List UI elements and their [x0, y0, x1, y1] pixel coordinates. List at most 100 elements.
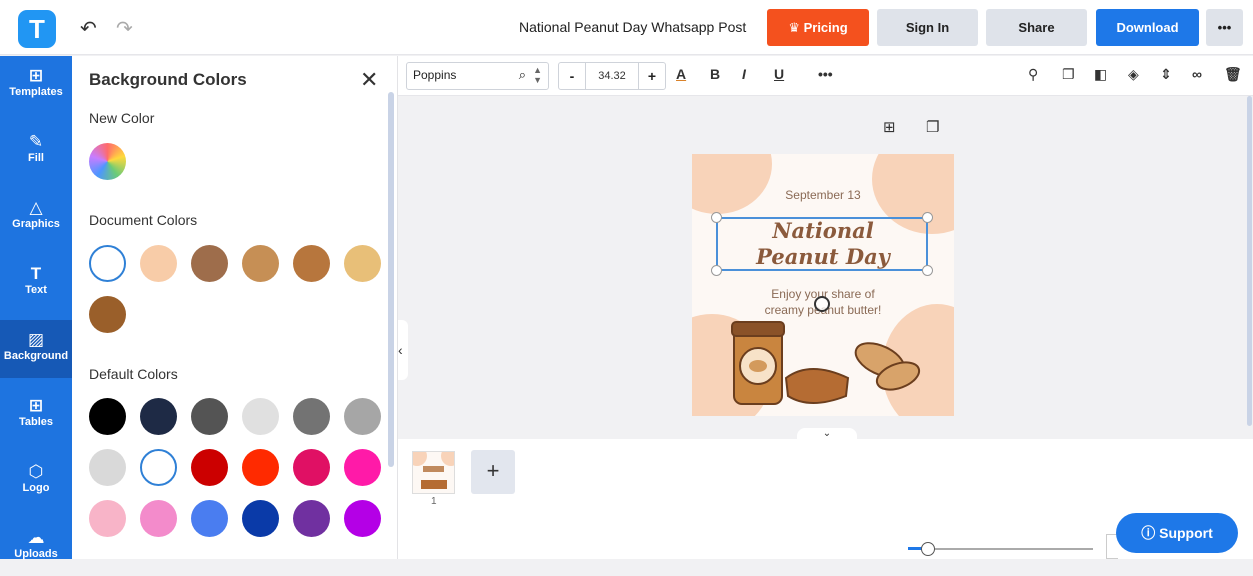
- upload-icon: ☁: [27, 528, 45, 547]
- page-thumbnail[interactable]: [407, 446, 461, 494]
- text-color-icon[interactable]: A: [676, 66, 686, 82]
- color-swatch[interactable]: [191, 449, 228, 486]
- color-swatch[interactable]: [89, 398, 126, 435]
- date-text[interactable]: September 13: [692, 188, 954, 202]
- color-swatch[interactable]: [140, 398, 177, 435]
- color-swatch[interactable]: [191, 245, 228, 282]
- selection-box[interactable]: [716, 217, 928, 271]
- background-colors-panel: Background Colors ✕ New Color Document C…: [72, 56, 398, 559]
- color-swatch[interactable]: [344, 500, 381, 537]
- zoom-slider[interactable]: [908, 548, 1093, 550]
- link-icon[interactable]: ∞: [1192, 66, 1202, 82]
- color-swatch[interactable]: [293, 245, 330, 282]
- close-icon[interactable]: ✕: [360, 67, 378, 93]
- italic-icon[interactable]: I: [742, 66, 746, 82]
- color-swatch[interactable]: [191, 500, 228, 537]
- table-icon: ⊞: [28, 396, 44, 415]
- font-size-input[interactable]: 34.32: [586, 62, 638, 90]
- color-swatch[interactable]: [242, 500, 279, 537]
- collapse-panel-icon[interactable]: ‹: [398, 320, 408, 380]
- spinner-icon: ▲ ▼: [533, 65, 542, 85]
- peanut-butter-illustration: [731, 321, 921, 405]
- color-swatch[interactable]: [191, 398, 228, 435]
- background-icon: ▨: [27, 330, 45, 349]
- color-swatch[interactable]: [89, 245, 126, 282]
- sidebar-item-logo[interactable]: ⬡ Logo: [0, 452, 72, 510]
- resize-handle[interactable]: [922, 265, 933, 276]
- more-menu-button[interactable]: •••: [1206, 9, 1243, 46]
- stage-scrollbar[interactable]: [1247, 96, 1252, 426]
- app-logo[interactable]: T: [18, 10, 56, 48]
- copy-page-icon[interactable]: ❐: [926, 118, 939, 136]
- support-button[interactable]: ⓘ Support: [1116, 513, 1238, 553]
- document-colors-label: Document Colors: [89, 212, 198, 228]
- resize-handle[interactable]: [922, 212, 933, 223]
- add-page-button[interactable]: +: [471, 450, 515, 494]
- add-page-icon[interactable]: ⊞: [883, 118, 896, 136]
- default-colors-label: Default Colors: [89, 366, 178, 382]
- color-swatch[interactable]: [89, 449, 126, 486]
- pencil-icon: ✎: [28, 132, 44, 151]
- thumbnail-preview: [407, 446, 461, 489]
- new-color-picker[interactable]: [89, 143, 126, 180]
- shadow-icon[interactable]: ◧: [1094, 66, 1107, 83]
- font-size-increase-button[interactable]: +: [638, 62, 666, 90]
- color-swatch[interactable]: [140, 500, 177, 537]
- color-swatch[interactable]: [89, 296, 126, 333]
- panel-scrollbar[interactable]: [388, 92, 394, 467]
- design-canvas[interactable]: September 13 National Peanut Day Enjoy y…: [692, 154, 954, 416]
- undo-icon[interactable]: ↶: [80, 16, 97, 41]
- color-swatch[interactable]: [293, 500, 330, 537]
- bold-icon[interactable]: B: [710, 66, 720, 82]
- help-icon: ⓘ: [1141, 525, 1160, 541]
- page-number: 1: [431, 496, 437, 507]
- redo-icon[interactable]: ↷: [116, 16, 133, 41]
- resize-handle[interactable]: [711, 212, 722, 223]
- color-swatch[interactable]: [344, 398, 381, 435]
- download-button[interactable]: Download: [1096, 9, 1199, 46]
- opacity-icon[interactable]: ◈: [1128, 66, 1139, 83]
- color-swatch[interactable]: [242, 245, 279, 282]
- color-swatch[interactable]: [89, 500, 126, 537]
- resize-handle[interactable]: [711, 265, 722, 276]
- color-swatch[interactable]: [344, 245, 381, 282]
- color-swatch[interactable]: [242, 398, 279, 435]
- panel-title: Background Colors: [89, 70, 247, 89]
- color-swatch[interactable]: [140, 245, 177, 282]
- rotate-handle-icon[interactable]: [814, 296, 830, 312]
- top-bar: T ↶ ↷ National Peanut Day Whatsapp Post …: [0, 0, 1253, 55]
- sidebar-item-background[interactable]: ▨ Background: [0, 320, 72, 378]
- share-button[interactable]: Share: [986, 9, 1087, 46]
- format-painter-icon[interactable]: ⚲: [1028, 66, 1038, 83]
- left-sidebar: ⊞ Templates ✎ Fill △ Graphics T Text ▨ B…: [0, 56, 72, 560]
- color-swatch[interactable]: [344, 449, 381, 486]
- color-swatch[interactable]: [140, 449, 177, 486]
- duplicate-icon[interactable]: ❐: [1062, 66, 1075, 83]
- zoom-slider-handle[interactable]: [921, 542, 935, 556]
- template-icon: ⊞: [28, 66, 44, 85]
- sidebar-item-graphics[interactable]: △ Graphics: [0, 188, 72, 246]
- more-options-icon[interactable]: •••: [818, 66, 833, 82]
- sidebar-item-text[interactable]: T Text: [0, 254, 72, 312]
- sidebar-item-fill[interactable]: ✎ Fill: [0, 122, 72, 180]
- sidebar-item-tables[interactable]: ⊞ Tables: [0, 386, 72, 444]
- text-toolbar: Poppins ⌕ ▲ ▼ - 34.32 + A B I U ••• ⚲ ❐ ◧…: [398, 56, 1253, 96]
- decorative-blob: [692, 154, 772, 214]
- color-swatch[interactable]: [293, 398, 330, 435]
- document-title[interactable]: National Peanut Day Whatsapp Post: [519, 19, 746, 35]
- sidebar-item-uploads[interactable]: ☁ Uploads: [0, 518, 72, 576]
- underline-icon[interactable]: U: [774, 66, 784, 82]
- sidebar-item-templates[interactable]: ⊞ Templates: [0, 56, 72, 114]
- font-size-decrease-button[interactable]: -: [558, 62, 586, 90]
- trash-icon[interactable]: 🗑: [1224, 66, 1242, 83]
- crown-icon: ♛: [788, 20, 804, 35]
- color-swatch[interactable]: [293, 449, 330, 486]
- new-color-label: New Color: [89, 110, 155, 126]
- shapes-icon: △: [29, 198, 43, 217]
- color-swatch[interactable]: [242, 449, 279, 486]
- align-icon[interactable]: ⇕: [1160, 66, 1172, 83]
- pricing-button[interactable]: ♛ Pricing: [767, 9, 869, 46]
- font-family-select[interactable]: Poppins ⌕ ▲ ▼: [406, 62, 549, 90]
- text-icon: T: [30, 264, 42, 283]
- sign-in-button[interactable]: Sign In: [877, 9, 978, 46]
